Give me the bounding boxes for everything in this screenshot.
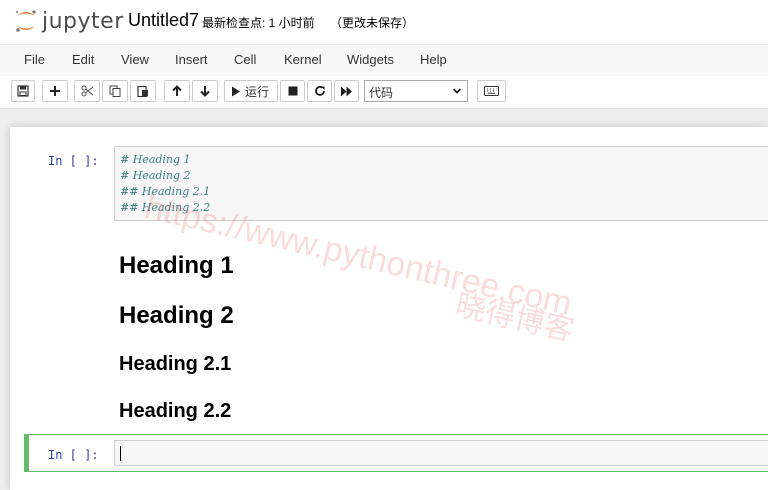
paste-button[interactable]: [130, 80, 156, 102]
rendered-heading-2-1: Heading 2.1: [119, 353, 232, 375]
code-line: # Heading 2: [120, 169, 191, 182]
move-up-button[interactable]: [164, 80, 190, 102]
menu-widgets[interactable]: Widgets: [347, 52, 394, 67]
stop-icon: [288, 86, 297, 96]
cell-type-value: 代码: [369, 86, 394, 100]
restart-kernel-button[interactable]: [307, 80, 332, 102]
menu-kernel[interactable]: Kernel: [284, 52, 322, 67]
save-icon: [17, 85, 29, 97]
insert-cell-button[interactable]: [42, 80, 68, 102]
rendered-heading-2-2: Heading 2.2: [119, 400, 232, 422]
cell-type-select[interactable]: 代码: [364, 80, 468, 102]
fast-forward-icon: [341, 86, 352, 96]
run-button[interactable]: 运行: [224, 80, 278, 102]
copy-button[interactable]: [102, 80, 128, 102]
checkpoint-status[interactable]: 最新检查点: 1 小时前: [202, 14, 315, 31]
jupyter-logo[interactable]: jupyter: [12, 6, 124, 36]
paste-icon: [137, 85, 148, 97]
notebook-title[interactable]: Untitled7: [128, 10, 199, 31]
menu-help[interactable]: Help: [420, 52, 447, 67]
restart-run-all-button[interactable]: [334, 80, 359, 102]
menu-insert[interactable]: Insert: [175, 52, 208, 67]
command-palette-button[interactable]: [477, 80, 506, 102]
interrupt-kernel-button[interactable]: [280, 80, 305, 102]
menubar: File Edit View Insert Cell Kernel Widget…: [0, 44, 768, 77]
arrow-up-icon: [172, 85, 182, 96]
restart-icon: [314, 86, 325, 96]
menu-cell[interactable]: Cell: [234, 52, 256, 67]
keyboard-icon: [484, 86, 499, 96]
menu-file[interactable]: File: [24, 52, 45, 67]
autosave-status: （更改未保存）: [330, 16, 415, 30]
cell-2-code-input[interactable]: [114, 440, 768, 466]
code-line: ## Heading 2.1: [120, 185, 211, 198]
menu-view[interactable]: View: [121, 52, 149, 67]
rendered-heading-2: Heading 2: [119, 302, 234, 329]
plus-icon: [50, 86, 60, 96]
save-button[interactable]: [11, 80, 35, 102]
cell-2-prompt: In [ ]:: [48, 448, 99, 462]
cell-1-prompt: In [ ]:: [48, 154, 99, 168]
copy-icon: [109, 85, 121, 97]
rendered-heading-1: Heading 1: [119, 252, 234, 279]
scissors-icon: [81, 85, 93, 97]
logo-text: jupyter: [42, 9, 124, 34]
run-label: 运行: [245, 84, 270, 99]
code-line: # Heading 1: [120, 153, 191, 166]
chevron-down-icon: [452, 88, 462, 94]
text-cursor: [120, 446, 121, 461]
notebook-header: jupyter Untitled7 最新检查点: 1 小时前 （更改未保存）: [0, 0, 768, 44]
menu-edit[interactable]: Edit: [72, 52, 94, 67]
play-icon: [232, 86, 240, 96]
move-down-button[interactable]: [192, 80, 218, 102]
jupyter-logo-icon: [15, 10, 36, 32]
selected-cell-indicator: [24, 434, 29, 472]
cut-button[interactable]: [74, 80, 100, 102]
arrow-down-icon: [200, 86, 210, 97]
code-line: ## Heading 2.2: [120, 201, 211, 214]
cell-1-code-input[interactable]: # Heading 1 # Heading 2 ## Heading 2.1 #…: [114, 146, 768, 221]
